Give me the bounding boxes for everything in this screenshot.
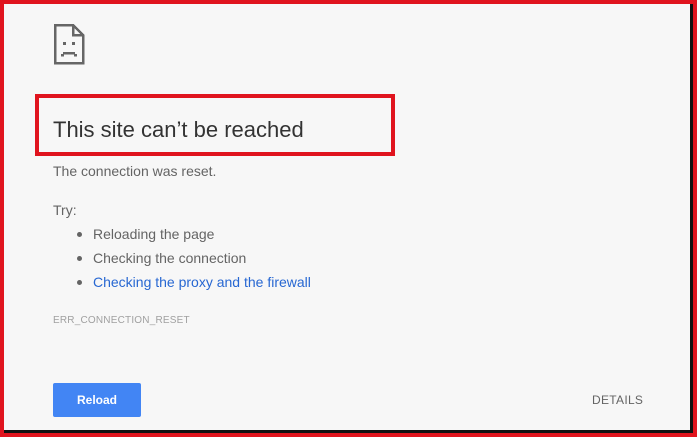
error-code: ERR_CONNECTION_RESET <box>53 315 190 326</box>
page-title: This site can’t be reached <box>53 117 304 142</box>
proxy-firewall-link[interactable]: Checking the proxy and the firewall <box>93 274 311 290</box>
sad-document-icon <box>53 23 85 65</box>
suggestion-text-connection: Checking the connection <box>93 250 247 266</box>
reload-button[interactable]: Reload <box>53 383 141 417</box>
details-button[interactable]: DETAILS <box>592 391 643 409</box>
suggestion-item: Checking the proxy and the firewall <box>77 273 311 297</box>
bullet-icon <box>77 280 82 285</box>
bullet-icon <box>77 256 82 261</box>
suggestions-list: Reloading the page Checking the connecti… <box>77 225 311 297</box>
suggestion-item: Checking the connection <box>77 249 311 273</box>
error-description: The connection was reset. <box>53 163 217 179</box>
try-label: Try: <box>53 202 77 218</box>
suggestion-item: Reloading the page <box>77 225 311 249</box>
bullet-icon <box>77 232 82 237</box>
suggestion-text-reload: Reloading the page <box>93 226 215 242</box>
error-page: This site can’t be reached The connectio… <box>0 0 697 437</box>
